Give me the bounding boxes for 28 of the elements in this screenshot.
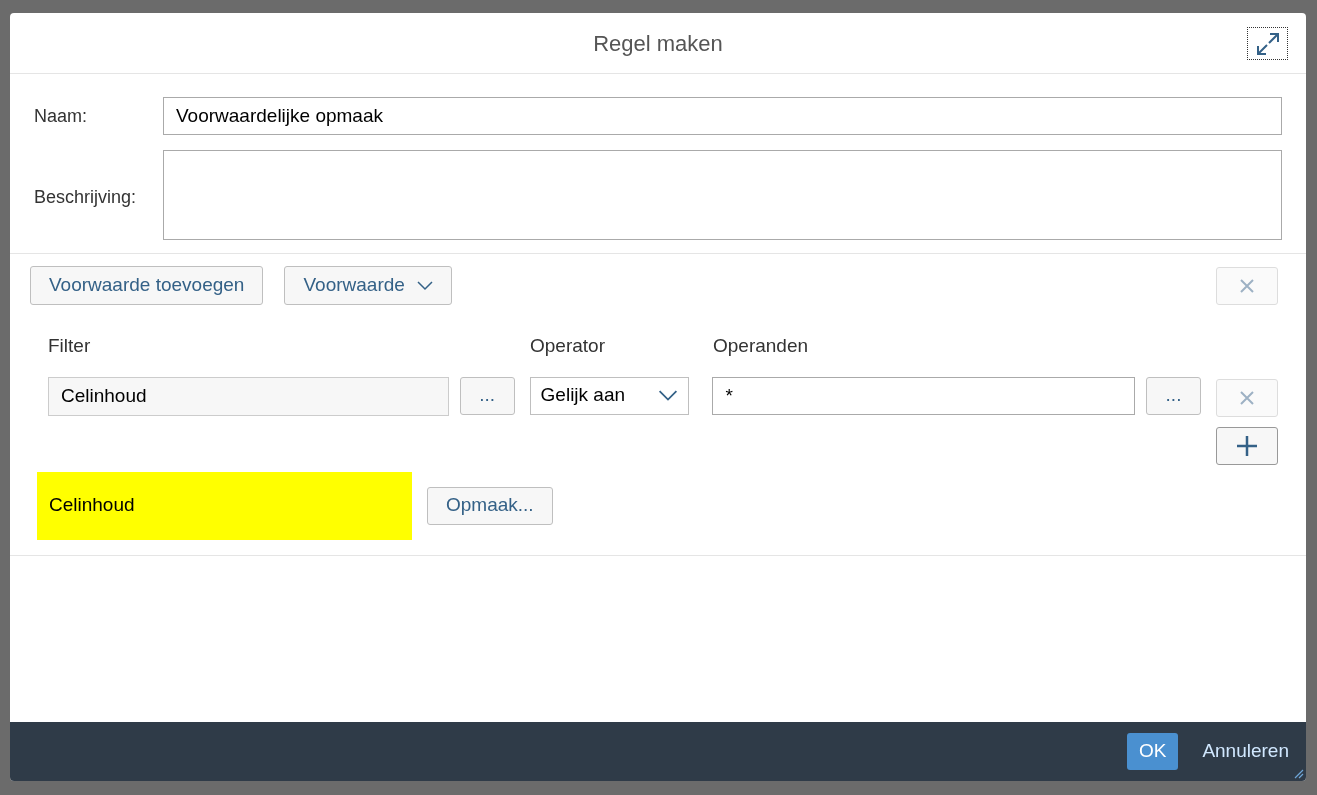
condition-dropdown[interactable]: Voorwaarde bbox=[284, 266, 452, 305]
chevron-down-icon bbox=[416, 280, 433, 291]
operand-input[interactable]: * bbox=[712, 376, 1136, 415]
operator-dropdown[interactable]: Gelijk aan bbox=[529, 376, 690, 415]
name-input[interactable]: Voorwaardelijke opmaak bbox=[163, 97, 1282, 135]
browse-button[interactable]: ... bbox=[459, 376, 515, 415]
column-header: Filter bbox=[48, 334, 92, 358]
plus-icon bbox=[1237, 435, 1257, 456]
expand-icon bbox=[1255, 31, 1280, 56]
column-header: Operator bbox=[530, 334, 606, 358]
filter-field[interactable]: Celinhoud bbox=[48, 376, 449, 416]
expand-button[interactable] bbox=[1247, 27, 1288, 60]
cancel-button[interactable]: Annuleren bbox=[1202, 737, 1289, 766]
dialog-title: Regel maken bbox=[593, 29, 723, 58]
field-label: Beschrijving: bbox=[34, 186, 138, 209]
resize-grip-icon[interactable] bbox=[1292, 767, 1304, 779]
description-input[interactable] bbox=[163, 150, 1282, 240]
close-icon bbox=[1239, 277, 1255, 294]
ok-button[interactable]: OK bbox=[1126, 733, 1179, 770]
add-button[interactable] bbox=[1216, 426, 1278, 465]
format-preview: Celinhoud bbox=[37, 471, 412, 540]
browse-button[interactable]: ... bbox=[1146, 376, 1201, 415]
close-icon bbox=[1239, 389, 1255, 406]
column-header: Operanden bbox=[713, 334, 810, 358]
add-condition-button[interactable]: Voorwaarde toevoegen bbox=[30, 266, 264, 305]
chevron-down-icon bbox=[658, 389, 679, 402]
format-button[interactable]: Opmaak... bbox=[427, 486, 553, 525]
field-label: Naam: bbox=[34, 104, 88, 128]
